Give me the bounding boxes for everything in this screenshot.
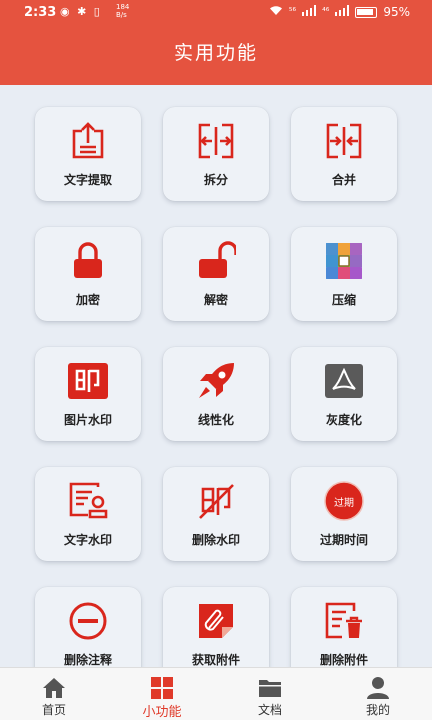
signal-icon-2 [335, 5, 350, 19]
feature-split[interactable]: 拆分 [163, 107, 269, 201]
signal-label-1: ⁵⁶ [288, 7, 297, 17]
expire-time-icon: 过期 [324, 481, 364, 521]
merge-icon [324, 121, 364, 161]
grayscale-pdf-icon [324, 361, 364, 401]
tab-documents[interactable]: 文档 [230, 668, 310, 720]
feature-compress[interactable]: 压缩 [291, 227, 397, 321]
image-watermark-icon [68, 361, 108, 401]
feature-merge[interactable]: 合并 [291, 107, 397, 201]
lock-open-icon [196, 241, 236, 281]
tab-tools[interactable]: 小功能 [122, 668, 202, 720]
feature-expire-time[interactable]: 过期 过期时间 [291, 467, 397, 561]
status-time: 2:33 [24, 5, 57, 20]
compress-icon [324, 241, 364, 281]
battery-percent: 95% [383, 5, 410, 19]
remove-watermark-icon [196, 481, 236, 521]
tab-mine[interactable]: 我的 [338, 668, 418, 720]
feature-remove-annotation[interactable]: 删除注释 [35, 587, 141, 667]
feature-image-watermark[interactable]: 图片水印 [35, 347, 141, 441]
battery-icon [355, 6, 378, 18]
status-notification-icons: ◉ ✱ ▯ [60, 5, 102, 18]
app-header: 2:33 ◉ ✱ ▯ 184 B/s ⁵⁶ ⁴⁶ 95% 实用功能 [0, 0, 432, 85]
signal-label-2: ⁴⁶ [322, 7, 330, 17]
signal-icon [302, 5, 317, 19]
remove-attachment-icon [324, 601, 364, 641]
feature-grid-area[interactable]: 文字提取 拆分 合并 加密 解密 压缩 图片水印 线性化 灰度化 文字水印 删除… [0, 85, 432, 667]
page-title: 实用功能 [173, 42, 258, 64]
feature-remove-watermark[interactable]: 删除水印 [163, 467, 269, 561]
network-speed: 184 B/s [116, 3, 130, 19]
feature-remove-attachment[interactable]: 删除附件 [291, 587, 397, 667]
wifi-icon [269, 5, 283, 19]
feature-text-extract[interactable]: 文字提取 [35, 107, 141, 201]
text-watermark-icon [68, 481, 108, 521]
status-bar: 2:33 ◉ ✱ ▯ 184 B/s ⁵⁶ ⁴⁶ 95% [0, 0, 432, 26]
feature-encrypt[interactable]: 加密 [35, 227, 141, 321]
rocket-icon [196, 361, 236, 401]
feature-text-watermark[interactable]: 文字水印 [35, 467, 141, 561]
home-icon [42, 676, 66, 700]
bottom-tab-bar: 首页 小功能 文档 我的 [0, 667, 432, 720]
folder-icon [258, 676, 282, 700]
feature-decrypt[interactable]: 解密 [163, 227, 269, 321]
status-right: ⁵⁶ ⁴⁶ 95% [269, 5, 410, 19]
split-icon [196, 121, 236, 161]
grid-icon [150, 676, 174, 700]
user-icon [366, 676, 390, 700]
feature-grayscale[interactable]: 灰度化 [291, 347, 397, 441]
get-attachment-icon [196, 601, 236, 641]
lock-closed-icon [68, 241, 108, 281]
remove-annotation-icon [68, 601, 108, 641]
tab-home[interactable]: 首页 [14, 668, 94, 720]
expire-badge-text: 过期 [334, 498, 354, 509]
feature-linearize[interactable]: 线性化 [163, 347, 269, 441]
feature-get-attachment[interactable]: 获取附件 [163, 587, 269, 667]
text-extract-icon [68, 121, 108, 161]
